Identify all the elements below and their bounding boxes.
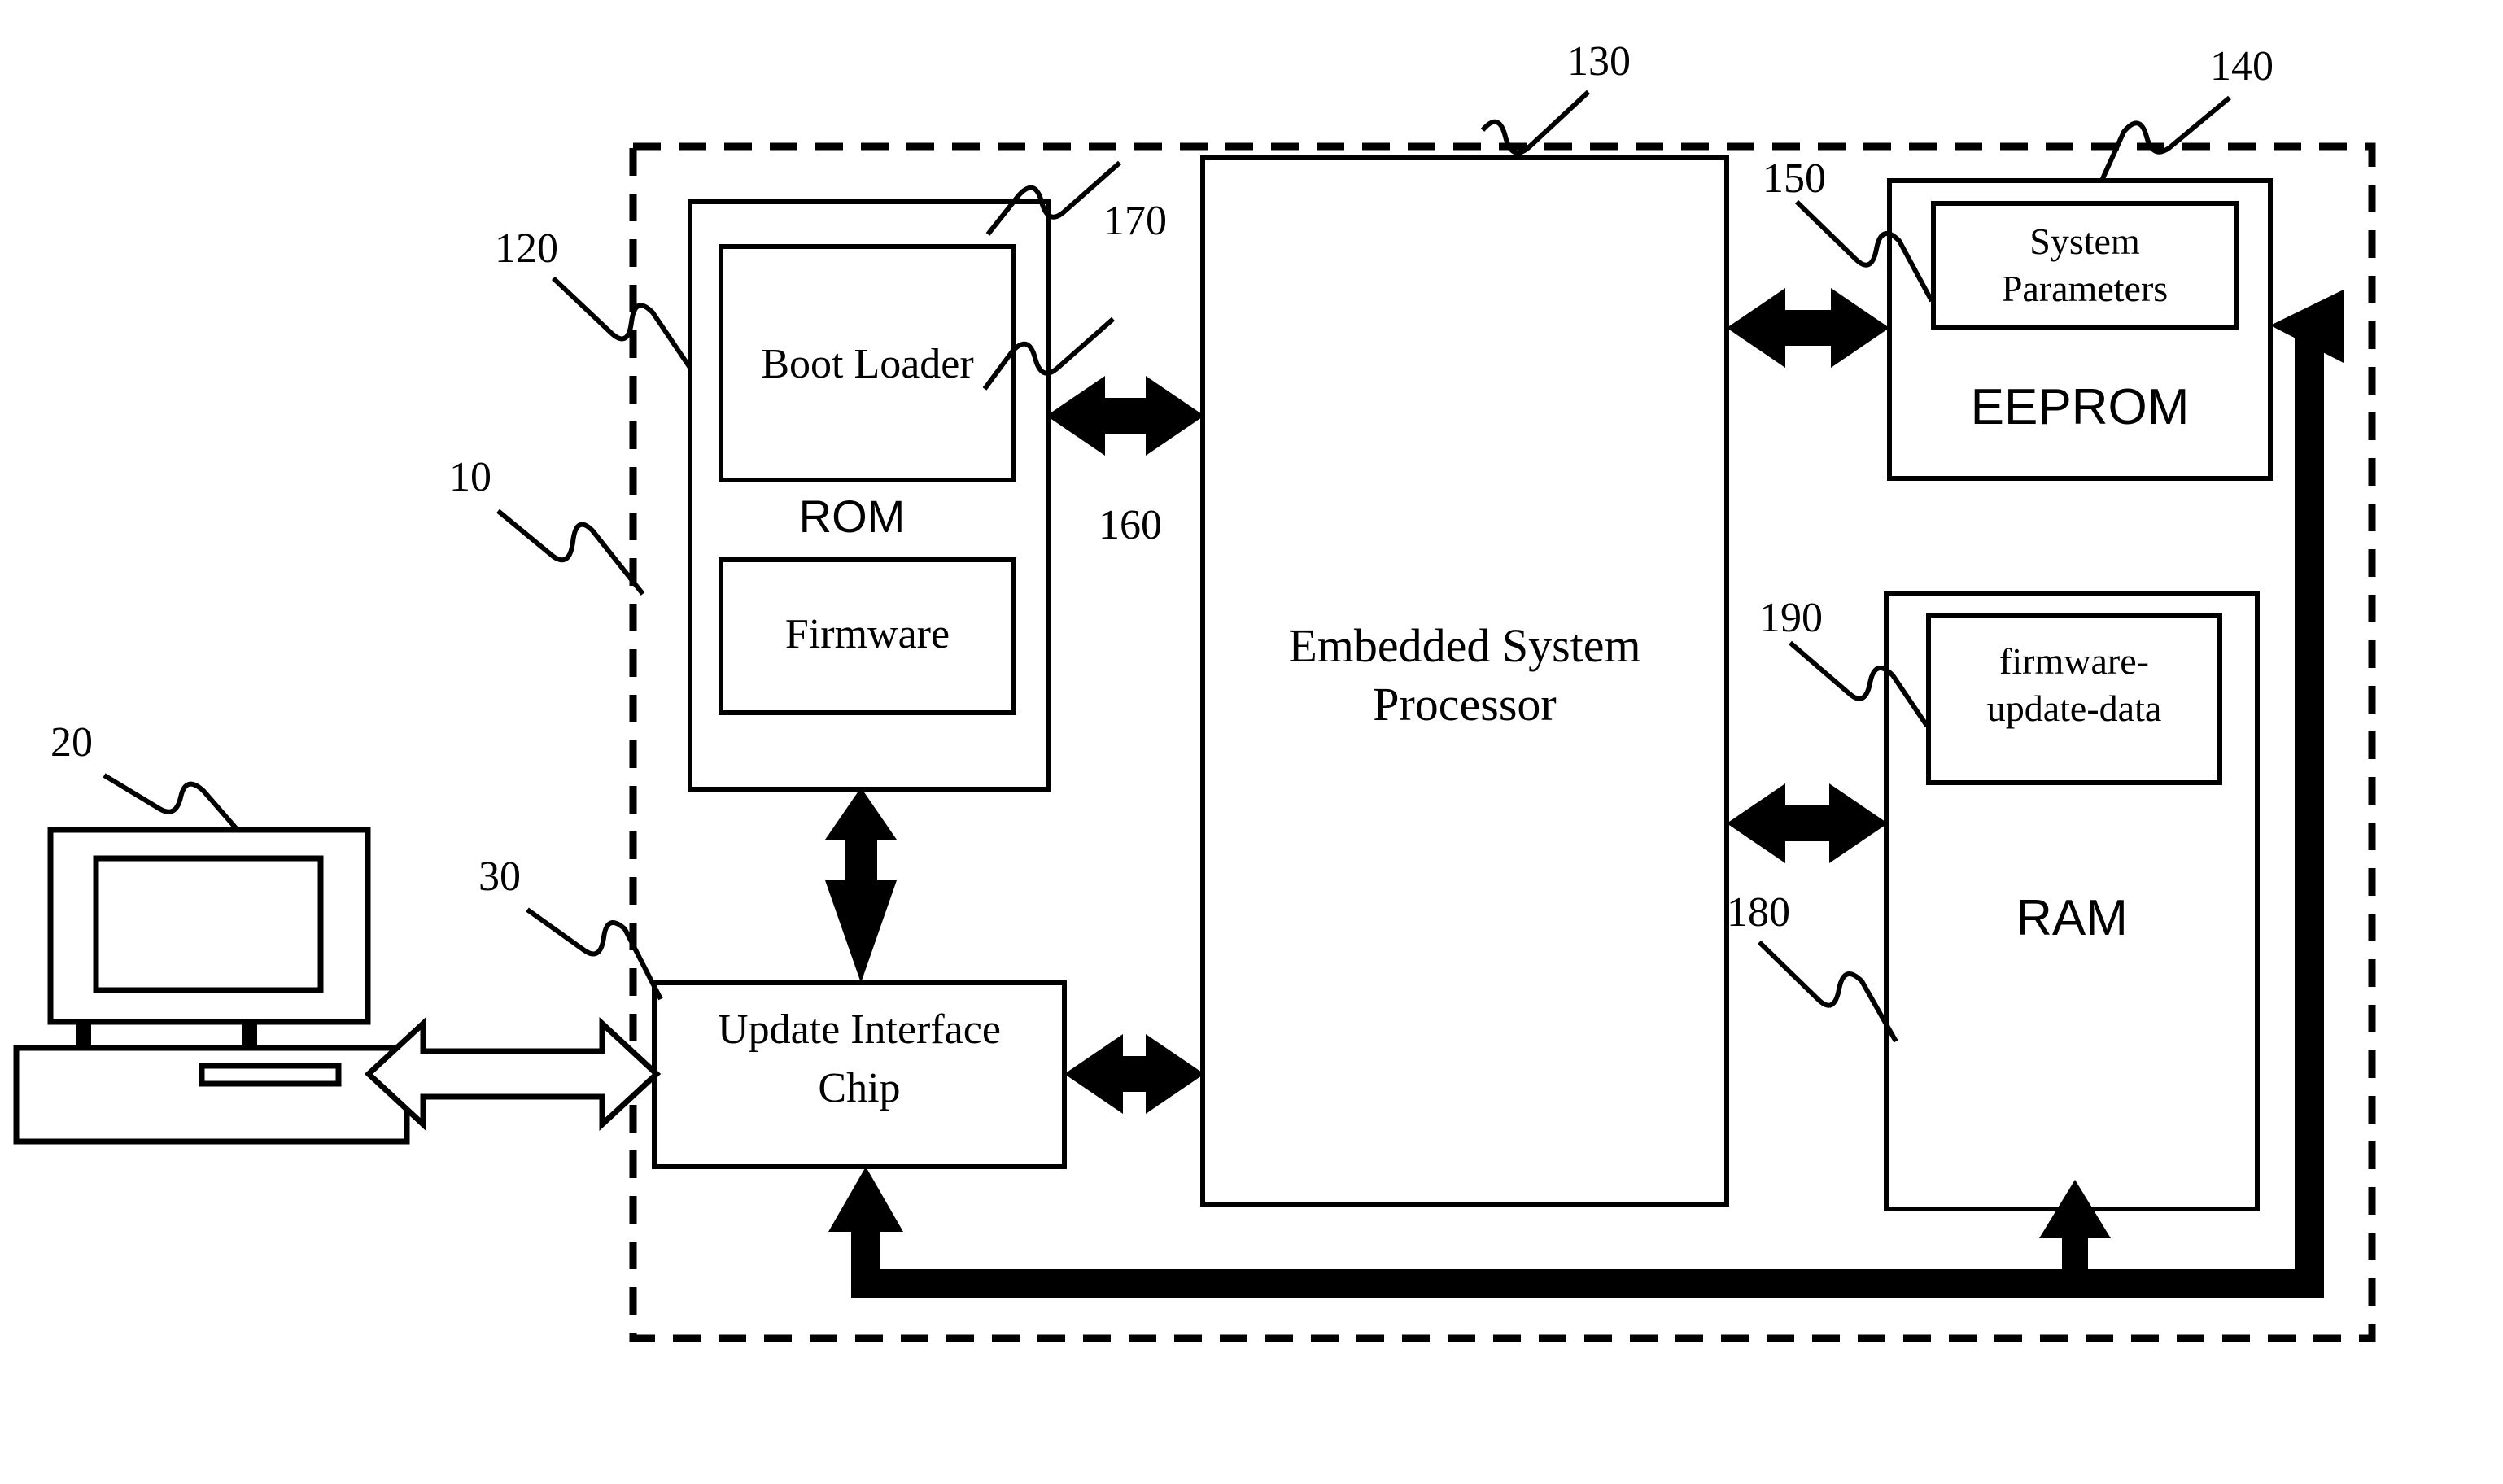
leader-140	[2099, 95, 2231, 184]
reference-numeral-180: 180	[1727, 889, 1790, 936]
computer-screen	[93, 855, 324, 993]
leader-120	[551, 276, 692, 369]
leader-30	[526, 907, 663, 1001]
processor-to-ram-arrow	[1727, 783, 1888, 863]
reference-numeral-20: 20	[50, 719, 93, 766]
update-interface-chip-label-line2: Chip	[818, 1065, 901, 1111]
processor-label-line1: Embedded System	[1288, 619, 1641, 672]
rom-label: ROM	[798, 491, 906, 542]
reference-numeral-120: 120	[495, 225, 558, 272]
system-parameters-label-line1: System	[2029, 220, 2140, 262]
rom-to-chip-arrow	[825, 788, 897, 983]
rom-to-processor-arrow	[1046, 376, 1204, 456]
firmware-update-data-label-line2: update-data	[1986, 687, 2162, 729]
firmware-label: Firmware	[784, 611, 950, 657]
firmware-update-data-label-line1: firmware-	[1999, 640, 2149, 682]
processor-to-eeprom-arrow	[1727, 288, 1889, 368]
computer-to-chip-arrow	[364, 1016, 662, 1132]
computer-drive-slot	[199, 1063, 342, 1087]
computer-base-unit	[13, 1045, 410, 1145]
reference-numeral-160: 160	[1099, 502, 1162, 548]
processor-label-line2: Processor	[1373, 678, 1557, 731]
bus-arrow-into-chip	[828, 1167, 903, 1232]
reference-numeral-170: 170	[1103, 198, 1167, 244]
leader-130	[1480, 89, 1591, 155]
reference-numeral-150: 150	[1763, 155, 1826, 202]
reference-numeral-190: 190	[1759, 595, 1823, 641]
figure-canvas: Boot Loader ROM Firmware Embedded System…	[0, 0, 2503, 1484]
reference-numeral-10: 10	[449, 454, 491, 500]
leader-10	[496, 508, 645, 596]
chip-to-processor-arrow	[1064, 1034, 1204, 1114]
reference-numeral-140: 140	[2210, 43, 2274, 89]
reference-numeral-130: 130	[1567, 38, 1631, 85]
leader-180	[1757, 940, 1898, 1043]
boot-loader-label: Boot Loader	[761, 341, 974, 387]
eeprom-label: EEPROM	[1970, 379, 2190, 435]
ram-label: RAM	[2016, 890, 2128, 946]
bus-right-vertical	[2295, 325, 2324, 1298]
bus-bottom-segment	[851, 1269, 2324, 1298]
reference-numeral-30: 30	[478, 853, 521, 900]
system-parameters-label-line2: Parameters	[2001, 268, 2169, 309]
leader-20	[103, 773, 238, 830]
update-interface-chip-label-line1: Update Interface	[718, 1006, 1001, 1053]
